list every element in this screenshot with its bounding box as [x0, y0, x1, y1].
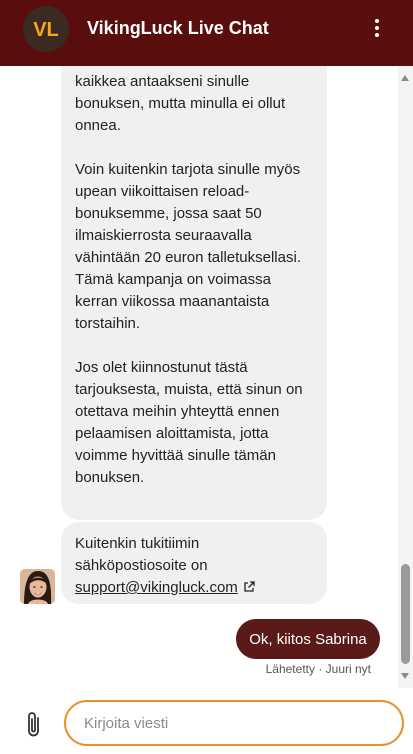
chat-title: VikingLuck Live Chat: [87, 18, 269, 38]
message-composer: [0, 688, 413, 754]
paperclip-icon[interactable]: [24, 710, 44, 740]
scroll-down-arrow-icon[interactable]: [401, 673, 409, 679]
message-text: Kuitenkin tukitiimin sähköpostiosoite on: [75, 535, 208, 574]
message-list: kaikkea antaakseni sinulle bonuksen, mut…: [0, 66, 398, 688]
scrollbar[interactable]: [398, 66, 413, 688]
user-message-bubble: Ok, kiitos Sabrina: [236, 619, 380, 659]
more-vertical-icon[interactable]: [366, 17, 388, 39]
message-input[interactable]: [64, 700, 404, 746]
scroll-up-arrow-icon[interactable]: [401, 75, 409, 81]
message-status: Lähetetty · Juuri nyt: [265, 662, 371, 676]
support-email-link[interactable]: support@vikingluck.com: [75, 579, 238, 596]
logo-text: VL: [33, 19, 59, 41]
chat-header: VL VikingLuck Live Chat: [0, 0, 413, 66]
agent-message-bubble: kaikkea antaakseni sinulle bonuksen, mut…: [61, 66, 327, 520]
vikingluck-logo: VL: [23, 6, 69, 52]
external-link-icon: [243, 578, 255, 600]
message-paragraph: Jos olet kiinnostunut tästä tarjouksesta…: [75, 359, 303, 486]
agent-message-bubble: Kuitenkin tukitiimin sähköpostiosoite on…: [61, 522, 327, 604]
agent-avatar: [20, 569, 55, 604]
scrollbar-thumb[interactable]: [401, 564, 410, 664]
message-paragraph: Voin kuitenkin tarjota sinulle myös upea…: [75, 161, 301, 332]
message-paragraph: kaikkea antaakseni sinulle bonuksen, mut…: [75, 73, 286, 134]
